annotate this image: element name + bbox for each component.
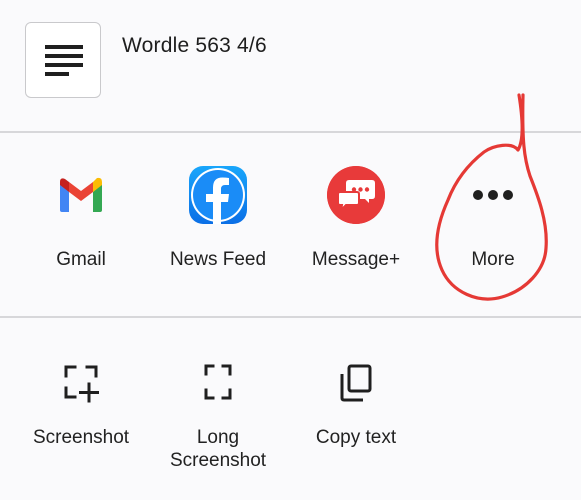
divider	[0, 316, 581, 318]
divider	[0, 131, 581, 133]
share-preview-thumbnail	[25, 22, 101, 98]
message-plus-icon	[327, 166, 385, 224]
share-title: Wordle 563 4/6	[122, 34, 267, 57]
screenshot-icon	[64, 365, 99, 403]
action-label: Copy text	[315, 427, 397, 448]
action-label: Screenshot	[32, 427, 130, 448]
share-sheet: Wordle 563 4/6 Gmail News Feed Message+ …	[0, 0, 581, 500]
share-target-label: Message+	[311, 249, 401, 270]
action-label-line: Screenshot	[169, 450, 267, 471]
action-label-line: Long	[196, 427, 240, 448]
long-screenshot-icon	[204, 364, 232, 400]
more-horizontal-icon	[473, 190, 513, 200]
text-lines-icon	[45, 45, 83, 76]
copy-icon	[340, 364, 372, 402]
share-target-label: News Feed	[169, 249, 267, 270]
gmail-icon	[60, 177, 102, 212]
share-target-label: More	[471, 249, 515, 270]
share-target-label: Gmail	[56, 249, 106, 270]
facebook-icon	[189, 166, 247, 224]
share-header: Wordle 563 4/6	[0, 0, 581, 132]
action-label: Long Screenshot	[149, 426, 287, 472]
